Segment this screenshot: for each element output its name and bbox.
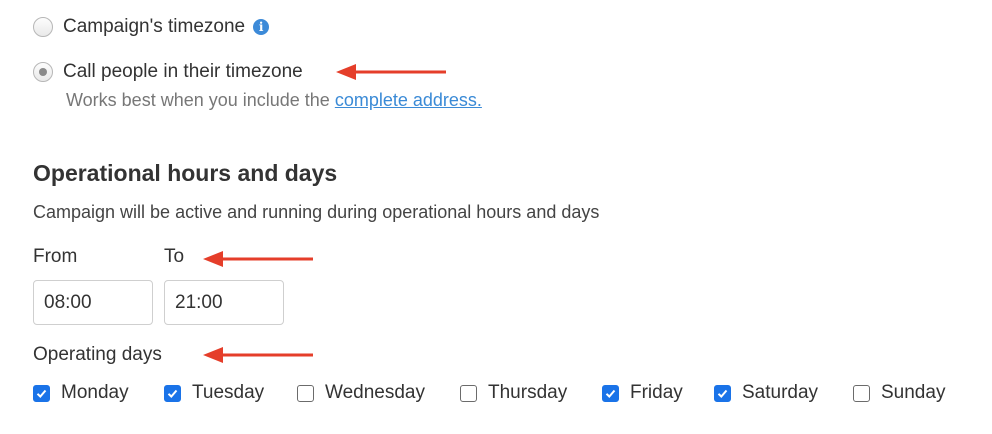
operating-days-label: Operating days	[33, 344, 162, 365]
radio-button[interactable]	[33, 17, 53, 37]
day-tuesday[interactable]: Tuesday	[164, 380, 264, 406]
radio-campaign-timezone[interactable]: Campaign's timezone i	[33, 14, 270, 40]
day-label-wednesday: Wednesday	[325, 382, 425, 403]
day-saturday[interactable]: Saturday	[714, 380, 818, 406]
day-monday[interactable]: Monday	[33, 380, 129, 406]
checkbox-unchecked[interactable]	[853, 384, 870, 402]
hint-text: Works best when you include the	[66, 90, 330, 110]
day-label-sunday: Sunday	[881, 382, 946, 403]
checkmark-icon	[36, 389, 47, 398]
radio-label-campaign-timezone: Campaign's timezone	[63, 16, 246, 37]
day-wednesday[interactable]: Wednesday	[297, 380, 425, 406]
day-label-monday: Monday	[61, 382, 129, 403]
radio-label-call-people-timezone: Call people in their timezone	[63, 61, 303, 82]
checkmark-icon	[167, 389, 178, 398]
annotation-arrow	[336, 64, 446, 80]
from-time-input[interactable]	[33, 280, 153, 325]
checkmark-icon	[717, 389, 728, 398]
day-label-thursday: Thursday	[488, 382, 568, 403]
day-sunday[interactable]: Sunday	[853, 380, 945, 406]
timezone-hint: Works best when you include the complete…	[66, 90, 482, 111]
annotation-arrow	[203, 251, 313, 267]
section-description: Campaign will be active and running duri…	[33, 202, 600, 222]
checkbox-checked[interactable]	[164, 384, 181, 402]
radio-button-selected[interactable]	[33, 62, 53, 82]
day-label-saturday: Saturday	[742, 382, 819, 403]
from-label: From	[33, 246, 78, 267]
radio-call-people-timezone[interactable]: Call people in their timezone	[33, 59, 303, 85]
checkbox-unchecked[interactable]	[460, 384, 477, 402]
day-friday[interactable]: Friday	[602, 380, 683, 406]
info-icon[interactable]: i	[253, 19, 270, 35]
checkmark-icon	[605, 389, 616, 398]
checkbox-checked[interactable]	[602, 384, 619, 402]
section-title: Operational hours and days	[33, 160, 338, 186]
checkbox-unchecked[interactable]	[297, 384, 314, 402]
to-time-input[interactable]	[164, 280, 284, 325]
timezone-settings-panel: Campaign's timezone i Call people in the…	[0, 0, 992, 434]
checkbox-checked[interactable]	[714, 384, 731, 402]
complete-address-link[interactable]: complete address.	[335, 90, 482, 110]
checkbox-checked[interactable]	[33, 384, 50, 402]
day-thursday[interactable]: Thursday	[460, 380, 567, 406]
to-label: To	[164, 246, 185, 267]
day-label-tuesday: Tuesday	[192, 382, 265, 403]
annotation-arrow	[203, 347, 313, 363]
day-label-friday: Friday	[630, 382, 683, 403]
